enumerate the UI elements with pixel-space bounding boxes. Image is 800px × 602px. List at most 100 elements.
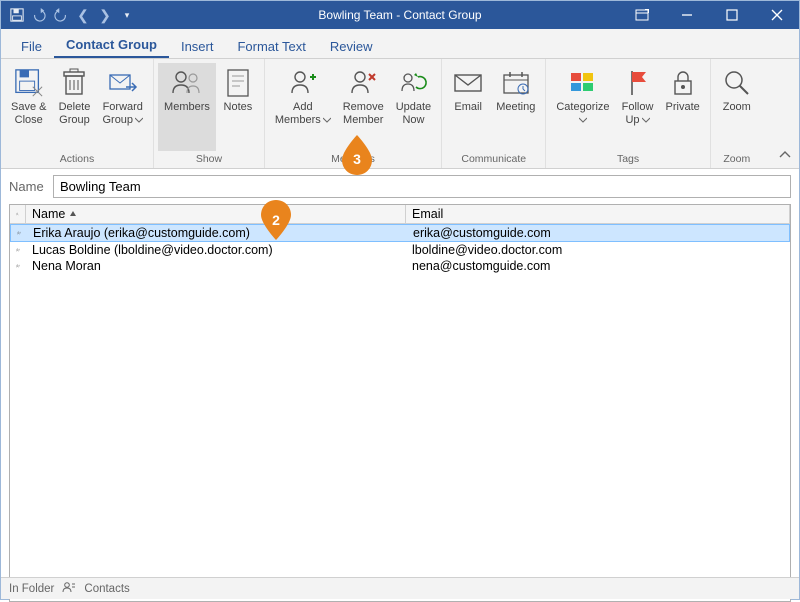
categorize-label: Categorize bbox=[556, 101, 609, 126]
group-communicate-label: Communicate bbox=[461, 151, 526, 169]
group-tags: Categorize Follow Up Private Tags bbox=[546, 59, 710, 168]
member-icon bbox=[10, 243, 26, 257]
zoom-button[interactable]: Zoom bbox=[715, 63, 759, 151]
name-column-header[interactable]: Name bbox=[26, 205, 406, 223]
notes-button[interactable]: Notes bbox=[216, 63, 260, 151]
list-header: Name Email bbox=[10, 205, 790, 224]
group-zoom-label: Zoom bbox=[723, 151, 750, 169]
status-bar: In Folder Contacts bbox=[1, 577, 799, 599]
members-button[interactable]: Members bbox=[158, 63, 216, 151]
collapse-ribbon-icon[interactable] bbox=[779, 148, 791, 162]
ribbon-tabs: File Contact Group Insert Format Text Re… bbox=[1, 29, 799, 59]
remove-member-icon bbox=[347, 67, 379, 99]
close-button[interactable] bbox=[754, 1, 799, 29]
window-controls bbox=[619, 1, 799, 29]
maximize-button[interactable] bbox=[709, 1, 754, 29]
add-members-label: Add Members bbox=[275, 101, 331, 126]
meeting-label: Meeting bbox=[496, 101, 535, 114]
member-name: Erika Araujo (erika@customguide.com) bbox=[27, 225, 407, 241]
group-zoom: Zoom Zoom bbox=[711, 59, 763, 168]
notes-button-label: Notes bbox=[224, 101, 253, 114]
notes-icon bbox=[222, 67, 254, 99]
table-row[interactable]: Erika Araujo (erika@customguide.com)erik… bbox=[10, 224, 790, 242]
remove-member-button[interactable]: Remove Member bbox=[337, 63, 390, 151]
trash-icon bbox=[58, 67, 90, 99]
icon-column-header[interactable] bbox=[10, 205, 26, 223]
status-in-folder: In Folder bbox=[9, 583, 54, 595]
flag-icon bbox=[622, 67, 654, 99]
save-close-label: Save & Close bbox=[11, 101, 46, 126]
tab-contact-group[interactable]: Contact Group bbox=[54, 31, 169, 58]
delete-group-button[interactable]: Delete Group bbox=[52, 63, 96, 151]
table-row[interactable]: Lucas Boldine (lboldine@video.doctor.com… bbox=[10, 242, 790, 258]
group-name-input[interactable] bbox=[53, 175, 791, 198]
member-name: Nena Moran bbox=[26, 258, 406, 274]
member-email: erika@customguide.com bbox=[407, 225, 789, 241]
undo-icon[interactable] bbox=[31, 7, 47, 23]
categorize-icon bbox=[567, 67, 599, 99]
table-row[interactable]: Nena Morannena@customguide.com bbox=[10, 258, 790, 274]
email-column-header[interactable]: Email bbox=[406, 205, 790, 223]
member-icon bbox=[11, 226, 27, 240]
meeting-button[interactable]: Meeting bbox=[490, 63, 541, 151]
members-list: Name Email Erika Araujo (erika@customgui… bbox=[9, 204, 791, 602]
name-label: Name bbox=[9, 179, 53, 194]
follow-up-button[interactable]: Follow Up bbox=[616, 63, 660, 151]
quick-access-toolbar: ❮ ❯ ▾ bbox=[1, 7, 135, 23]
zoom-icon bbox=[721, 67, 753, 99]
sort-asc-icon bbox=[69, 210, 77, 218]
delete-group-label: Delete Group bbox=[59, 101, 91, 126]
group-actions-label: Actions bbox=[60, 151, 94, 169]
email-label: Email bbox=[454, 101, 482, 114]
categorize-button[interactable]: Categorize bbox=[550, 63, 615, 151]
tab-review[interactable]: Review bbox=[318, 33, 385, 58]
tab-format-text[interactable]: Format Text bbox=[225, 33, 317, 58]
group-communicate: Email Meeting Communicate bbox=[442, 59, 546, 168]
members-icon bbox=[171, 67, 203, 99]
group-members: Add Members Remove Member Update Now Mem… bbox=[265, 59, 442, 168]
group-actions: Save & Close Delete Group Forward Group … bbox=[1, 59, 154, 168]
meeting-icon bbox=[500, 67, 532, 99]
zoom-label: Zoom bbox=[723, 101, 751, 114]
member-email: nena@customguide.com bbox=[406, 258, 790, 274]
minimize-button[interactable] bbox=[664, 1, 709, 29]
save-close-icon bbox=[13, 67, 45, 99]
tab-insert[interactable]: Insert bbox=[169, 33, 226, 58]
remove-member-label: Remove Member bbox=[343, 101, 384, 126]
previous-icon[interactable]: ❮ bbox=[75, 7, 91, 23]
forward-group-button[interactable]: Forward Group bbox=[96, 63, 149, 151]
private-label: Private bbox=[666, 101, 700, 114]
email-icon bbox=[452, 67, 484, 99]
save-close-button[interactable]: Save & Close bbox=[5, 63, 52, 151]
member-email: lboldine@video.doctor.com bbox=[406, 242, 790, 258]
status-contacts-icon bbox=[62, 581, 76, 596]
forward-group-icon bbox=[107, 67, 139, 99]
group-show: Members Notes Show bbox=[154, 59, 265, 168]
forward-group-label: Forward Group bbox=[102, 101, 143, 126]
save-icon[interactable] bbox=[9, 7, 25, 23]
ribbon-display-options-button[interactable] bbox=[619, 1, 664, 29]
name-row: Name bbox=[1, 169, 799, 204]
add-members-button[interactable]: Add Members bbox=[269, 63, 337, 151]
next-icon[interactable]: ❯ bbox=[97, 7, 113, 23]
update-now-icon bbox=[397, 67, 429, 99]
email-button[interactable]: Email bbox=[446, 63, 490, 151]
ribbon: Save & Close Delete Group Forward Group … bbox=[1, 59, 799, 169]
add-members-icon bbox=[287, 67, 319, 99]
members-button-label: Members bbox=[164, 101, 210, 114]
private-button[interactable]: Private bbox=[660, 63, 706, 151]
group-tags-label: Tags bbox=[617, 151, 639, 169]
title-bar: ❮ ❯ ▾ Bowling Team - Contact Group bbox=[1, 1, 799, 29]
member-name: Lucas Boldine (lboldine@video.doctor.com… bbox=[26, 242, 406, 258]
status-contacts: Contacts bbox=[84, 583, 129, 595]
lock-icon bbox=[667, 67, 699, 99]
tab-file[interactable]: File bbox=[9, 33, 54, 58]
follow-up-label: Follow Up bbox=[622, 101, 654, 126]
update-now-button[interactable]: Update Now bbox=[390, 63, 437, 151]
member-icon bbox=[10, 259, 26, 273]
group-show-label: Show bbox=[196, 151, 222, 169]
redo-icon[interactable] bbox=[53, 7, 69, 23]
update-now-label: Update Now bbox=[396, 101, 431, 126]
qat-more-icon[interactable]: ▾ bbox=[119, 7, 135, 23]
group-members-label: Members bbox=[331, 151, 375, 169]
